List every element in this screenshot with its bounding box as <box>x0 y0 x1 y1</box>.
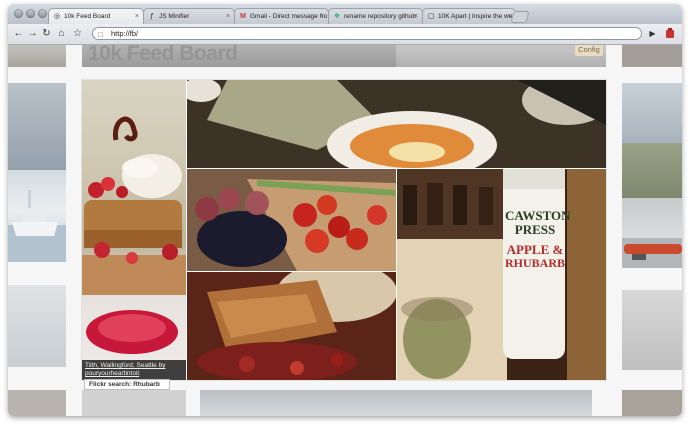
feed-tile[interactable] <box>622 290 682 370</box>
photo-lightbox: Tilth, Wallingford, Seattle by pouryourh… <box>82 80 606 380</box>
zoom-window-button[interactable] <box>38 9 47 18</box>
minimize-window-button[interactable] <box>26 9 35 18</box>
pie-photo[interactable] <box>187 272 396 380</box>
tab-label: 10k Feed Board <box>64 13 111 20</box>
browser-window: ◎ 10k Feed Board × ƒ JS Minifier × M Gma… <box>8 4 682 416</box>
tab-label: 10K Apart | Inspire the we <box>438 13 513 20</box>
table-image <box>187 80 606 168</box>
close-icon[interactable]: × <box>320 9 324 24</box>
home-icon[interactable]: ⌂ <box>55 27 68 40</box>
star-icon[interactable]: ☆ <box>71 27 84 40</box>
tab-label: rename repository github <box>344 13 416 20</box>
drink-flavor: APPLE & <box>506 242 564 257</box>
feed-tile[interactable] <box>622 45 682 67</box>
browser-toolbar: ← → ↻ ⌂ ☆ □ http://fb/ ▶ <box>8 24 682 45</box>
close-icon[interactable]: × <box>135 9 139 24</box>
address-bar[interactable]: □ http://fb/ <box>92 27 642 40</box>
page-icon: ▢ <box>427 13 435 20</box>
airplane-image <box>622 238 682 268</box>
table-photo[interactable] <box>187 80 606 168</box>
tab-feed-board[interactable]: ◎ 10k Feed Board × <box>48 8 144 24</box>
app-title: 10k Feed Board <box>88 45 238 65</box>
feed-tile[interactable] <box>82 390 186 416</box>
tab-js-minifier[interactable]: ƒ JS Minifier × <box>143 8 235 24</box>
feed-tile[interactable] <box>622 390 682 416</box>
feed-tile[interactable] <box>622 198 682 268</box>
globe-icon: ◎ <box>53 13 61 20</box>
feed-tile[interactable] <box>200 390 592 416</box>
pie-image <box>187 272 396 380</box>
close-icon[interactable]: × <box>226 9 230 24</box>
tab-label: JS Minifier <box>159 13 190 20</box>
new-tab-button[interactable] <box>510 11 530 23</box>
dessert-image <box>82 116 186 354</box>
ship-image <box>8 190 66 262</box>
page-icon: □ <box>98 30 103 39</box>
feed-tile[interactable] <box>622 143 682 198</box>
wrench-icon[interactable] <box>663 27 676 40</box>
script-icon: ƒ <box>150 13 154 20</box>
photo-caption[interactable]: Tilth, Wallingford, Seattle by pouryourh… <box>82 360 186 380</box>
tab-10k-apart[interactable]: ▢ 10K Apart | Inspire the we × <box>422 8 516 24</box>
config-button[interactable]: Config <box>575 45 603 56</box>
reload-icon[interactable]: ↻ <box>40 27 53 40</box>
drink-brand-2: PRESS <box>514 222 556 237</box>
drink-flavor-2: RHUBARB <box>505 256 566 270</box>
gmail-icon: M <box>240 13 246 20</box>
drink-photo[interactable]: CAWSTON PRESS APPLE & RHUBARB <box>397 169 606 380</box>
drink-image <box>397 169 606 380</box>
close-icon[interactable]: × <box>414 9 418 24</box>
tab-github[interactable]: ❖ rename repository github × <box>328 8 423 24</box>
feed-tile[interactable] <box>8 285 66 367</box>
tomatoes-image <box>187 169 396 271</box>
tab-label: Gmail - Direct message fro <box>250 13 328 20</box>
tab-gmail[interactable]: M Gmail - Direct message fro × <box>234 8 329 24</box>
feed-tile[interactable] <box>8 170 66 262</box>
address-text: http://fb/ <box>111 29 139 38</box>
feed-tile[interactable] <box>8 45 66 67</box>
drink-brand: CAWSTON <box>505 208 571 223</box>
feed-tile[interactable] <box>622 83 682 143</box>
play-icon[interactable]: ▶ <box>646 27 659 40</box>
flickr-search-label: Flickr search: Rhubarb <box>84 379 170 390</box>
forward-arrow-icon[interactable]: → <box>26 27 39 40</box>
feed-board: 10K 10k Feed Board Config <box>8 45 682 416</box>
feed-tile[interactable] <box>8 390 66 416</box>
browser-titlebar: ◎ 10k Feed Board × ƒ JS Minifier × M Gma… <box>8 4 682 24</box>
github-icon: ❖ <box>333 13 341 20</box>
back-arrow-icon[interactable]: ← <box>12 27 25 40</box>
close-window-button[interactable] <box>14 9 23 18</box>
tomatoes-photo[interactable] <box>187 169 396 271</box>
dessert-photo[interactable]: Tilth, Wallingford, Seattle by pouryourh… <box>82 80 186 380</box>
